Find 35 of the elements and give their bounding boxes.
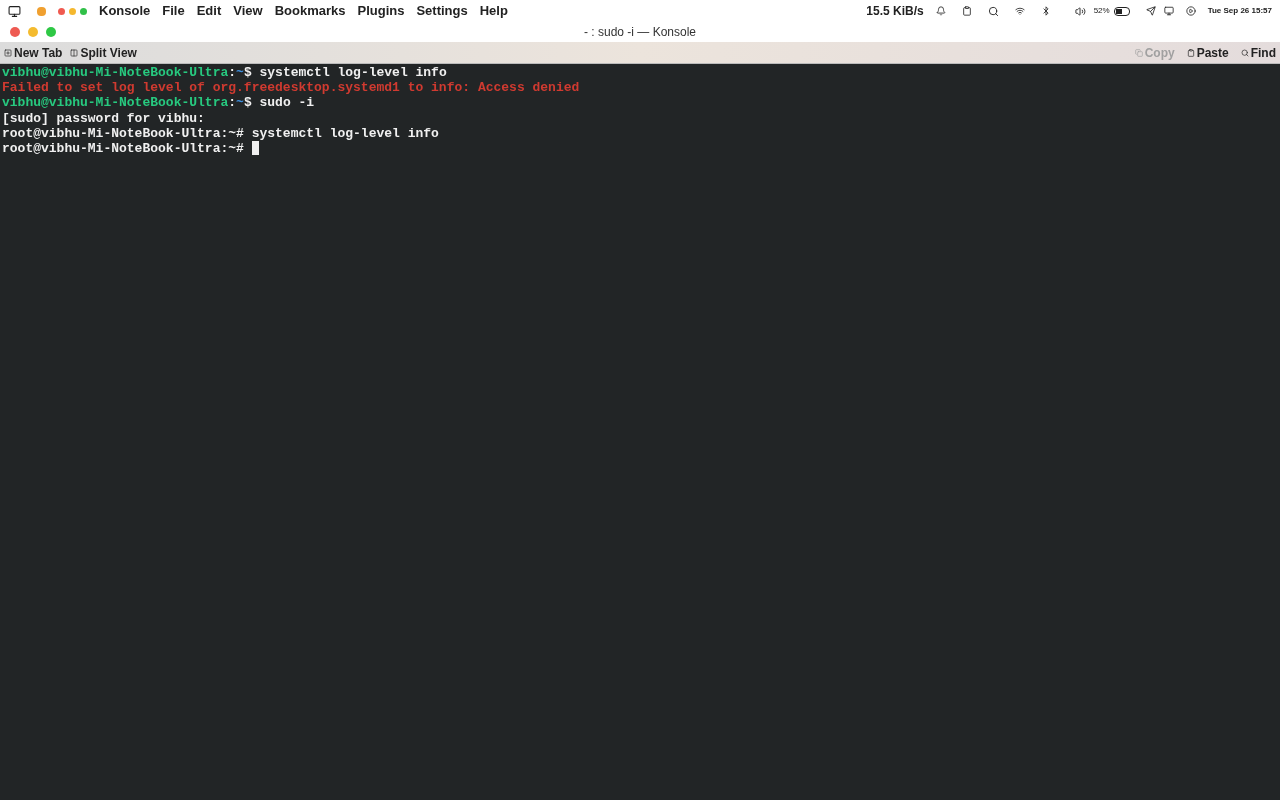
app-menu[interactable]: Konsole	[99, 1, 151, 21]
battery-percent: 52%	[1093, 5, 1110, 17]
search-icon[interactable]	[987, 5, 999, 17]
send-icon[interactable]	[1145, 6, 1156, 16]
menu-item[interactable]: Help	[479, 1, 508, 21]
split-icon	[70, 48, 79, 57]
terminal-line: [sudo] password for vibhu:	[2, 110, 206, 126]
menu-item[interactable]: View	[233, 1, 263, 21]
close-button[interactable]	[10, 27, 20, 37]
menu-item[interactable]: File	[162, 1, 185, 21]
bell-icon[interactable]	[935, 6, 946, 16]
terminal-line: vibhu@vibhu-Mi-NoteBook-Ultra:~$ systemctl log-level info	[2, 65, 448, 81]
new-tab-icon	[4, 48, 12, 57]
network-speed: 15.5 KiB/s	[866, 3, 924, 20]
menu-item[interactable]: Plugins	[357, 1, 405, 21]
play-icon[interactable]	[1185, 6, 1196, 16]
clock: Tue Sep 26 15:57	[1207, 5, 1272, 17]
menu-item[interactable]: Bookmarks	[274, 1, 346, 21]
toolbar-button[interactable]: New Tab	[4, 43, 63, 62]
display-icon[interactable]	[1163, 6, 1174, 16]
wifi-icon[interactable]	[1014, 6, 1025, 16]
window-title: - : sudo -i — Konsole	[583, 24, 697, 41]
toolbar-button[interactable]: Split View	[70, 43, 137, 62]
menu-item[interactable]: Edit	[196, 1, 222, 21]
search-icon	[1240, 48, 1249, 57]
error-line: Failed to set log level of org.freedesktop.systemd1 to info: Access denied	[2, 80, 581, 96]
toolbar-button[interactable]: Find	[1240, 43, 1276, 62]
terminal-line: root@vibhu-Mi-NoteBook-Ultra:~#	[2, 141, 245, 157]
menu-item[interactable]: Settings	[416, 1, 468, 21]
speaker-icon[interactable]	[1074, 5, 1086, 17]
battery-icon[interactable]	[1113, 6, 1130, 16]
terminal-line: root@vibhu-Mi-NoteBook-Ultra:~# systemctl log-level info	[2, 125, 439, 141]
terminal-line: vibhu@vibhu-Mi-NoteBook-Ultra:~$ sudo -i	[2, 95, 316, 111]
toolbar-button[interactable]: Paste	[1186, 43, 1229, 62]
bluetooth-icon[interactable]	[1040, 6, 1051, 16]
